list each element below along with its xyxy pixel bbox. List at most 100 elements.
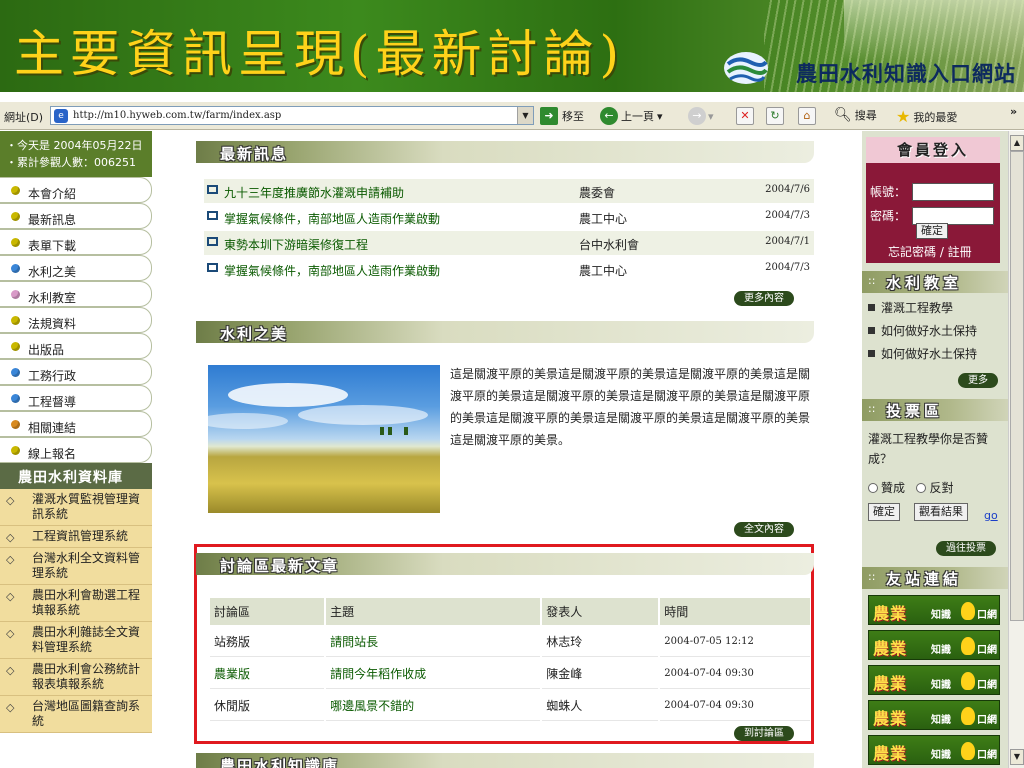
database-item[interactable]: ◇ 農田水利雜誌全文資料管理系統 [0,622,152,659]
address-input[interactable]: e http://m10.hyweb.com.tw/farm/index.asp… [50,106,534,125]
search-label: 搜尋 [854,109,877,122]
search-button[interactable]: 🔍︎ 搜尋 [834,107,877,123]
home-icon[interactable]: ⌂ [798,107,816,125]
nav-item[interactable]: 最新訊息 [0,203,152,229]
diamond-arrow-icon: ◇ [6,553,15,566]
poll-option-no[interactable]: 反對 [916,481,953,495]
banner-person-icon [961,672,975,690]
go-button[interactable]: ➜ 移至 [540,107,584,125]
address-url: http://m10.hyweb.com.tw/farm/index.asp [73,110,282,121]
friend-link-banner[interactable]: 農業 知識 口網 [868,665,1000,695]
discussion-topic[interactable]: 哪邊風景不錯的 [326,691,541,721]
poll-results-button[interactable]: 觀看結果 [914,503,968,521]
login-title: 會員登入 [866,137,1000,163]
stop-icon[interactable]: ✕ [736,107,754,125]
friend-link-banner[interactable]: 農業 知識 口網 [868,735,1000,765]
login-confirm-button[interactable]: 確定 [916,223,948,239]
news-title[interactable]: 東勢本圳下游暗渠修復工程 [224,236,368,253]
photo-cloud [228,383,348,407]
nav-item-label: 出版品 [28,343,65,357]
page-scrollbar[interactable]: ▲ ▼ [1008,131,1024,768]
scroll-thumb[interactable] [1010,151,1024,621]
classroom-item[interactable]: 如何做好水土保持 [868,345,977,362]
scroll-up-icon[interactable]: ▲ [1010,135,1024,151]
classroom-item[interactable]: 如何做好水土保持 [868,322,977,339]
news-date: 2004/7/1 [765,236,810,247]
news-item[interactable]: 掌握氣候條件，南部地區人造雨作業啟動 農工中心 2004/7/3 [204,257,814,282]
discussion-board[interactable]: 休閒版 [210,691,325,721]
knowledge-section-title: 農田水利知識庫 [220,757,340,768]
friend-link-banner[interactable]: 農業 知識 口網 [868,700,1000,730]
photo-tree [404,427,408,435]
address-dropdown-icon[interactable]: ▼ [517,107,533,124]
discussion-header-cell: 主題 [326,598,541,625]
square-bullet-icon [868,350,875,357]
discussion-topic[interactable]: 請問站長 [326,627,541,657]
poll-go-link[interactable]: go [984,509,998,522]
discussion-table-header: 討論區 主題 發表人 時間 [210,598,810,625]
discussion-topic[interactable]: 請問今年稻作收成 [326,659,541,689]
nav-bullet-icon [11,290,20,299]
radio-icon [916,483,927,493]
news-title[interactable]: 九十三年度推廣節水灌溉申請補助 [224,184,404,201]
database-item[interactable]: ◇ 農田水利會勘選工程填報系統 [0,585,152,622]
scroll-down-icon[interactable]: ▼ [1010,749,1024,765]
news-item[interactable]: 東勢本圳下游暗渠修復工程 台中水利會 2004/7/1 [204,231,814,256]
poll-header: :: 投票區 [862,399,1008,421]
news-item[interactable]: 掌握氣候條件，南部地區人造雨作業啟動 農工中心 2004/7/3 [204,205,814,230]
discussion-more-button[interactable]: 到討論區 [734,726,794,741]
toolbar-overflow-button[interactable]: » [1010,105,1017,118]
poll-confirm-button[interactable]: 確定 [868,503,900,521]
discussion-board[interactable]: 農業版 [210,659,325,689]
nav-item-label: 法規資料 [28,317,77,331]
nav-bullet-icon [11,368,20,377]
nav-item[interactable]: 表單下載 [0,229,152,255]
friend-link-banner[interactable]: 農業 知識 口網 [868,595,1000,625]
poll-history-button[interactable]: 過往投票 [936,541,996,556]
news-date: 2004/7/6 [765,184,810,195]
refresh-icon[interactable]: ↻ [766,107,784,125]
forgot-register-link[interactable]: 忘記密碼 / 註冊 [888,243,972,260]
account-input[interactable] [912,183,994,201]
news-title[interactable]: 掌握氣候條件，南部地區人造雨作業啟動 [224,262,440,279]
beauty-fulltext-button[interactable]: 全文內容 [734,522,794,537]
database-item[interactable]: ◇ 農田水利會公務統計報表填報系統 [0,659,152,696]
favorites-button[interactable]: ★ 我的最愛 [896,107,957,126]
discussion-header-cell: 時間 [660,598,810,625]
nav-item[interactable]: 本會介紹 [0,177,152,203]
go-arrow-icon: ➜ [540,107,558,125]
banner-word-agri: 農業 [873,709,908,728]
nav-item[interactable]: 線上報名 [0,437,152,463]
friend-link-banner[interactable]: 農業 知識 口網 [868,630,1000,660]
news-title[interactable]: 掌握氣候條件，南部地區人造雨作業啟動 [224,210,440,227]
news-item[interactable]: 九十三年度推廣節水灌溉申請補助 農委會 2004/7/6 [204,179,814,204]
news-section-header: 最新訊息 [196,141,814,163]
nav-item[interactable]: 水利教室 [0,281,152,307]
nav-item[interactable]: 出版品 [0,333,152,359]
classroom-more-button[interactable]: 更多 [958,373,998,388]
back-dropdown-icon[interactable]: ▾ [657,110,663,123]
news-section-title: 最新訊息 [220,145,289,163]
discussion-section-header: 討論區最新文章 [196,553,814,575]
photo-tree [388,427,392,435]
database-item[interactable]: ◇ 台灣水利全文資料管理系統 [0,548,152,585]
classroom-item[interactable]: 灌溉工程教學 [868,299,953,316]
database-item[interactable]: ◇ 台灣地區圖籍查詢系統 [0,696,152,733]
discussion-board[interactable]: 站務版 [210,627,325,657]
back-button[interactable]: ← 上一頁 ▾ [600,107,663,125]
database-item[interactable]: ◇ 灌溉水質監視管理資訊系統 [0,489,152,526]
forward-dropdown-icon[interactable]: ▾ [708,110,714,123]
nav-item[interactable]: 工務行政 [0,359,152,385]
database-item[interactable]: ◇ 工程資訊管理系統 [0,526,152,548]
poll-option-yes[interactable]: 贊成 [868,481,905,495]
nav-item[interactable]: 相關連結 [0,411,152,437]
nav-item[interactable]: 法規資料 [0,307,152,333]
news-more-button[interactable]: 更多內容 [734,291,794,306]
forward-button[interactable]: → ▾ [688,107,714,125]
links-header: :: 友站連結 [862,567,1008,589]
section-marker-icon: :: [868,570,876,583]
nav-bullet-icon [11,212,20,221]
nav-item[interactable]: 水利之美 [0,255,152,281]
nav-item[interactable]: 工程督導 [0,385,152,411]
photo-cloud [208,413,288,429]
